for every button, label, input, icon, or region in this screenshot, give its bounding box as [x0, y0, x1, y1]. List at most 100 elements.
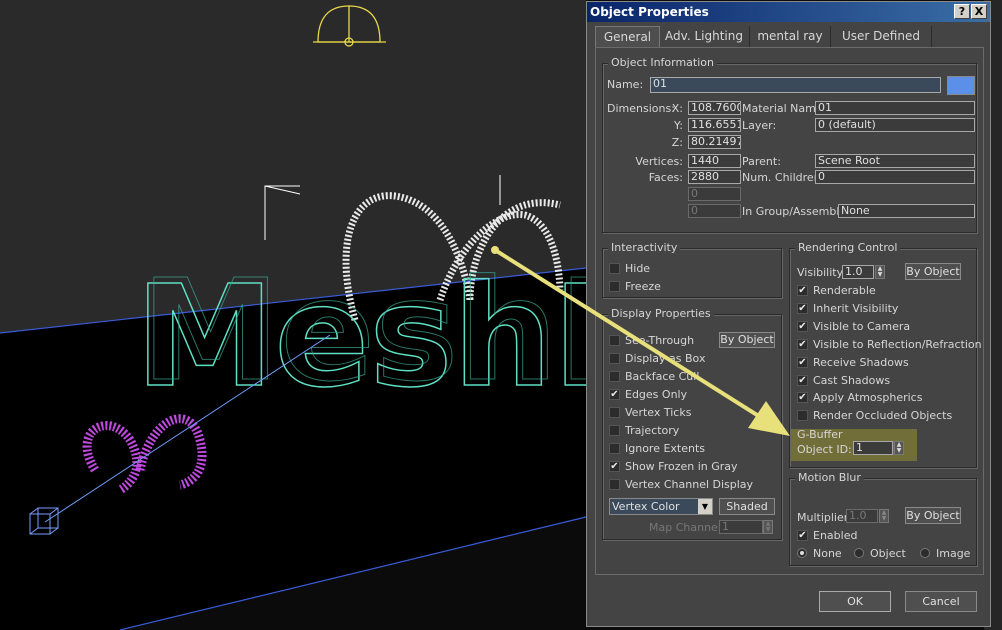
multiplier-spinner[interactable]: ▲ ▼: [879, 509, 889, 523]
object-id-spinner[interactable]: ▲ ▼: [894, 441, 904, 455]
multiplier-label: Multiplier:: [797, 511, 852, 524]
edges-only-checkbox[interactable]: ✔: [609, 389, 620, 400]
motion-by-object-button[interactable]: By Object: [905, 507, 961, 524]
visibility-label: Visibility:: [797, 266, 847, 279]
gbuffer-title: G-Buffer: [797, 428, 843, 441]
cancel-button[interactable]: Cancel: [905, 591, 977, 612]
map-channel-spinner[interactable]: ▲ ▼: [763, 520, 773, 534]
group-title: Motion Blur: [795, 471, 864, 484]
object-radio[interactable]: [854, 548, 864, 558]
receive-shadows-checkbox[interactable]: ✔: [797, 357, 808, 368]
map-channel-value[interactable]: 1: [719, 520, 763, 534]
see-through-checkbox[interactable]: [609, 335, 620, 346]
freeze-label: Freeze: [625, 280, 661, 293]
info-extra-2: 0: [688, 204, 741, 218]
title-bar[interactable]: Object Properties ? X: [587, 2, 990, 22]
image-label: Image: [936, 547, 971, 560]
dimension-z-value: 80.21497: [688, 135, 741, 149]
hide-checkbox[interactable]: [609, 263, 620, 274]
object-properties-dialog: Object Properties ? X General Adv. Light…: [586, 1, 991, 627]
x-label: X:: [671, 102, 683, 115]
show-frozen-gray-label: Show Frozen in Gray: [625, 460, 738, 473]
ignore-extents-checkbox[interactable]: [609, 443, 620, 454]
backface-cull-checkbox[interactable]: [609, 371, 620, 382]
vertex-ticks-label: Vertex Ticks: [625, 406, 692, 419]
visible-camera-label: Visible to Camera: [813, 320, 911, 333]
parent-value: Scene Root: [815, 154, 975, 168]
motion-blur-group: Motion Blur Multiplier: 1.0 ▲ ▼ By Object…: [789, 471, 977, 566]
tab-user-defined[interactable]: User Defined: [831, 26, 932, 47]
renderable-checkbox[interactable]: ✔: [797, 285, 808, 296]
object-id-label: Object ID:: [797, 443, 852, 456]
layer-value: 0 (default): [815, 118, 975, 132]
see-through-label: See-Through: [625, 334, 695, 347]
none-radio[interactable]: [797, 548, 807, 558]
chevron-down-icon[interactable]: ▼: [698, 499, 712, 514]
none-label: None: [813, 547, 842, 560]
vertex-channel-checkbox[interactable]: [609, 479, 620, 490]
visible-camera-checkbox[interactable]: ✔: [797, 321, 808, 332]
ignore-extents-label: Ignore Extents: [625, 442, 706, 455]
interactivity-group: Interactivity Hide Freeze: [602, 241, 782, 298]
object-id-value[interactable]: 1: [853, 441, 893, 455]
render-occluded-checkbox[interactable]: [797, 410, 808, 421]
image-radio[interactable]: [920, 548, 930, 558]
vertex-color-dropdown[interactable]: Vertex Color ▼: [609, 498, 713, 515]
ok-button[interactable]: OK: [819, 591, 891, 612]
trajectory-checkbox[interactable]: [609, 425, 620, 436]
dimensions-label: Dimensions:: [607, 102, 675, 115]
close-button[interactable]: X: [971, 4, 987, 19]
material-name-label: Material Name:: [742, 102, 827, 115]
info-extra-1: 0: [688, 187, 741, 201]
inherit-visibility-checkbox[interactable]: ✔: [797, 303, 808, 314]
vertices-label: Vertices:: [635, 155, 683, 168]
name-label: Name:: [607, 78, 644, 91]
name-input[interactable]: 01: [650, 77, 941, 93]
object-color-swatch[interactable]: [947, 76, 975, 95]
hide-label: Hide: [625, 262, 651, 275]
renderable-label: Renderable: [813, 284, 876, 297]
dialog-title: Object Properties: [590, 5, 709, 19]
visibility-spinner[interactable]: ▲ ▼: [875, 265, 885, 279]
map-channel-label: Map Channel:: [649, 521, 725, 534]
in-group-value: None: [838, 204, 975, 218]
cast-shadows-checkbox[interactable]: ✔: [797, 375, 808, 386]
display-by-object-button[interactable]: By Object: [719, 332, 775, 348]
object-label: Object: [870, 547, 906, 560]
render-by-object-button[interactable]: By Object: [905, 263, 961, 280]
vertex-color-value: Vertex Color: [612, 500, 680, 513]
visibility-value[interactable]: 1.0: [842, 265, 874, 279]
show-frozen-gray-checkbox[interactable]: ✔: [609, 461, 620, 472]
apply-atmospherics-checkbox[interactable]: ✔: [797, 392, 808, 403]
faces-value: 2880: [688, 170, 741, 184]
tab-general[interactable]: General: [595, 26, 660, 48]
num-children-label: Num. Children:: [742, 171, 825, 184]
object-information-group: Object Information Name: 01 Dimensions: …: [602, 56, 977, 233]
enabled-checkbox[interactable]: ✔: [797, 530, 808, 541]
visible-reflection-checkbox[interactable]: ✔: [797, 339, 808, 350]
z-label: Z:: [671, 136, 683, 149]
display-as-box-label: Display as Box: [625, 352, 706, 365]
num-children-value: 0: [815, 170, 975, 184]
group-title: Object Information: [608, 56, 717, 69]
faces-label: Faces:: [648, 171, 683, 184]
receive-shadows-label: Receive Shadows: [813, 356, 909, 369]
vertex-ticks-checkbox[interactable]: [609, 407, 620, 418]
group-title: Interactivity: [608, 241, 681, 254]
inherit-visibility-label: Inherit Visibility: [813, 302, 899, 315]
general-panel: Object Information Name: 01 Dimensions: …: [595, 47, 984, 575]
group-title: Rendering Control: [795, 241, 901, 254]
material-name-value: 01: [815, 101, 975, 115]
help-button[interactable]: ?: [954, 4, 970, 19]
tab-adv-lighting[interactable]: Adv. Lighting: [659, 26, 750, 47]
tab-mental-ray[interactable]: mental ray: [750, 26, 831, 47]
dimension-x-value: 108.76005: [688, 101, 741, 115]
scene-text-depth: MeshP: [141, 250, 661, 413]
dimension-y-value: 116.65511: [688, 118, 741, 132]
freeze-checkbox[interactable]: [609, 281, 620, 292]
shaded-button[interactable]: Shaded: [719, 498, 775, 515]
parent-label: Parent:: [742, 155, 781, 168]
display-properties-group: Display Properties By Object See-Through…: [602, 307, 782, 540]
multiplier-value[interactable]: 1.0: [846, 509, 878, 523]
display-as-box-checkbox[interactable]: [609, 353, 620, 364]
